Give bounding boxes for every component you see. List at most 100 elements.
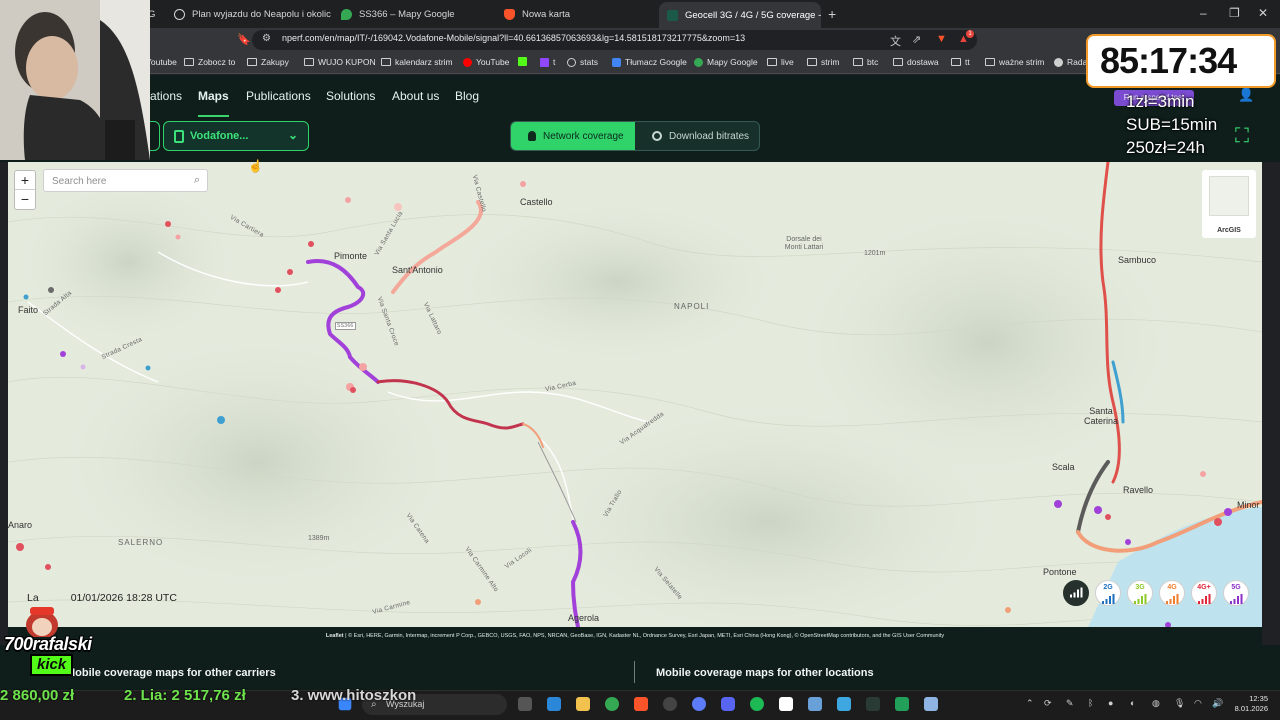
spotify-icon[interactable] [750,697,764,711]
bookmark-wazne[interactable]: ważne strim [985,57,1044,67]
place-label: Pimonte [334,251,368,261]
tab-label: SS366 – Mapy Google [359,8,455,20]
bookmark-zakupy[interactable]: Zakupy [247,57,289,67]
bookmark-tlumacz[interactable]: Tłumacz Google [612,57,687,67]
discord-icon[interactable] [721,697,735,711]
tab-nowa-karta[interactable]: Nowa karta [496,3,656,25]
legend-2g-button[interactable]: 2G [1095,580,1121,606]
legend-5g-label: 5G [1231,584,1241,591]
app-tray-icon[interactable]: ◍ [1152,698,1160,709]
minimize-button[interactable]: – [1200,6,1207,20]
nav-about-us[interactable]: About us [392,89,439,103]
notepad-icon[interactable] [895,697,909,711]
maximize-button[interactable]: ❐ [1229,6,1240,20]
app-icon[interactable] [692,697,706,711]
legend-5g-button[interactable]: 5G [1223,580,1249,606]
bookmark-icon[interactable]: 🔖 [237,33,251,46]
bookmark-dostawa[interactable]: dostawa [893,57,939,67]
share-icon[interactable]: ⇗ [912,33,921,46]
coverage-map[interactable] [8,162,1262,627]
mic-icon[interactable]: 🎙 [1174,698,1185,709]
legend-4g-button[interactable]: 4G [1159,580,1185,606]
legend-3g-button[interactable]: 3G [1127,580,1153,606]
bookmark-wujo[interactable]: WUJO KUPON [304,57,376,67]
obs-icon[interactable] [663,697,677,711]
app-icon[interactable] [866,697,880,711]
leaflet-link[interactable]: Leaflet [326,633,344,639]
bookmark-stats[interactable]: stats [567,57,598,67]
nav-publications[interactable]: Publications [246,89,311,103]
site-settings-icon[interactable]: ⚙ [262,33,271,44]
nav-solutions[interactable]: Solutions [326,89,375,103]
layers-toggle-button[interactable] [1063,580,1089,606]
other-locations-link[interactable]: Mobile coverage maps for other locations [656,667,874,679]
zoom-out-button[interactable]: − [15,190,35,209]
app-icon[interactable] [924,697,938,711]
carrier-select[interactable]: Vodafone... ⌄ [163,121,309,151]
bookmark-kalendarz[interactable]: kalendarz strim [381,57,453,67]
bookmark-tt[interactable]: tt [951,57,970,67]
tab-label: Plan wyjazdu do Neapolu i okolic - G [192,8,331,20]
app-tray-icon[interactable]: ◐ [1130,698,1135,708]
clock-date: 8.01.2026 [1234,704,1268,713]
bookmark-mapy[interactable]: Mapy Google [694,57,758,67]
file-explorer-icon[interactable] [576,697,590,711]
bookmark-zobocz[interactable]: Zobocz to [184,57,235,67]
place-label: Agerola [568,613,600,623]
tray-overflow-icon[interactable]: ⌃ [1026,698,1034,709]
fullscreen-icon[interactable]: ⛶ [1230,124,1254,148]
app-tray-icon[interactable]: ● [1108,698,1113,708]
speedometer-icon [652,131,662,141]
pen-icon[interactable]: ✎ [1066,698,1074,709]
network-coverage-button[interactable]: Network coverage [511,122,635,150]
signal-bars-icon [1197,594,1210,604]
new-tab-button[interactable]: + [828,6,836,22]
bookmark-youtube[interactable]: YouTube [463,57,509,67]
task-view-icon[interactable] [518,697,532,711]
store-icon[interactable] [547,697,561,711]
nav-operations[interactable]: ations [150,89,182,103]
network-icon[interactable]: ⟳ [1044,698,1052,709]
bluetooth-icon[interactable]: ᛒ [1088,698,1093,708]
bookmark-t[interactable]: t [540,57,555,67]
map-search-input[interactable]: Search here ⌕ [43,169,208,192]
bookmark-label: Mapy Google [707,57,758,67]
legend-4g-plus-button[interactable]: 4G+ [1191,580,1217,606]
bookmark-strim[interactable]: strim [807,57,839,67]
translate-icon[interactable]: 文 [890,33,901,49]
bookmark-label: Zakupy [261,57,289,67]
brave-icon[interactable] [634,697,648,711]
download-bitrates-button[interactable]: Download bitrates [635,122,759,150]
chevron-down-icon: ⌄ [287,128,298,142]
signal-bars-icon [1101,594,1114,604]
basemap-switcher[interactable]: ArcGIS [1202,170,1256,238]
bookmark-kick[interactable] [518,57,527,66]
url-text[interactable]: nperf.com/en/map/IT/-/169042.Vodafone-Mo… [282,33,745,43]
search-placeholder: Search here [52,176,107,187]
app-icon[interactable] [779,697,793,711]
chrome-icon[interactable] [605,697,619,711]
signal-bars-icon [1165,594,1178,604]
tab-mapy-google[interactable]: SS366 – Mapy Google [333,3,493,25]
bookmark-youtube-folder[interactable]: Youtube [146,57,177,67]
folder-icon [184,58,194,66]
volume-icon[interactable]: 🔊 [1212,698,1223,709]
app-icon[interactable] [837,697,851,711]
folder-icon [853,58,863,66]
taskbar-clock[interactable]: 12:35 8.01.2026 [1232,694,1268,714]
calculator-icon[interactable] [808,697,822,711]
tab-plan-wyjazdu[interactable]: Plan wyjazdu do Neapolu i okolic - G [166,3,331,25]
zoom-in-button[interactable]: + [15,171,35,190]
bookmark-label: Youtube [146,57,177,67]
nav-maps[interactable]: Maps [198,89,229,117]
clock-time: 12:35 [1249,694,1268,703]
bookmark-live[interactable]: live [767,57,794,67]
search-icon[interactable]: ⌕ [194,174,200,187]
brave-shields-icon[interactable]: ▼ [936,33,947,45]
wifi-icon[interactable]: ◠ [1194,698,1202,709]
tab-geocell[interactable]: Geocell 3G / 4G / 5G coverage - ✕ [659,2,821,28]
user-icon[interactable]: 👤 [1238,88,1254,102]
close-window-button[interactable]: ✕ [1258,6,1268,20]
bookmark-btc[interactable]: btc [853,57,878,67]
nav-blog[interactable]: Blog [455,89,479,103]
